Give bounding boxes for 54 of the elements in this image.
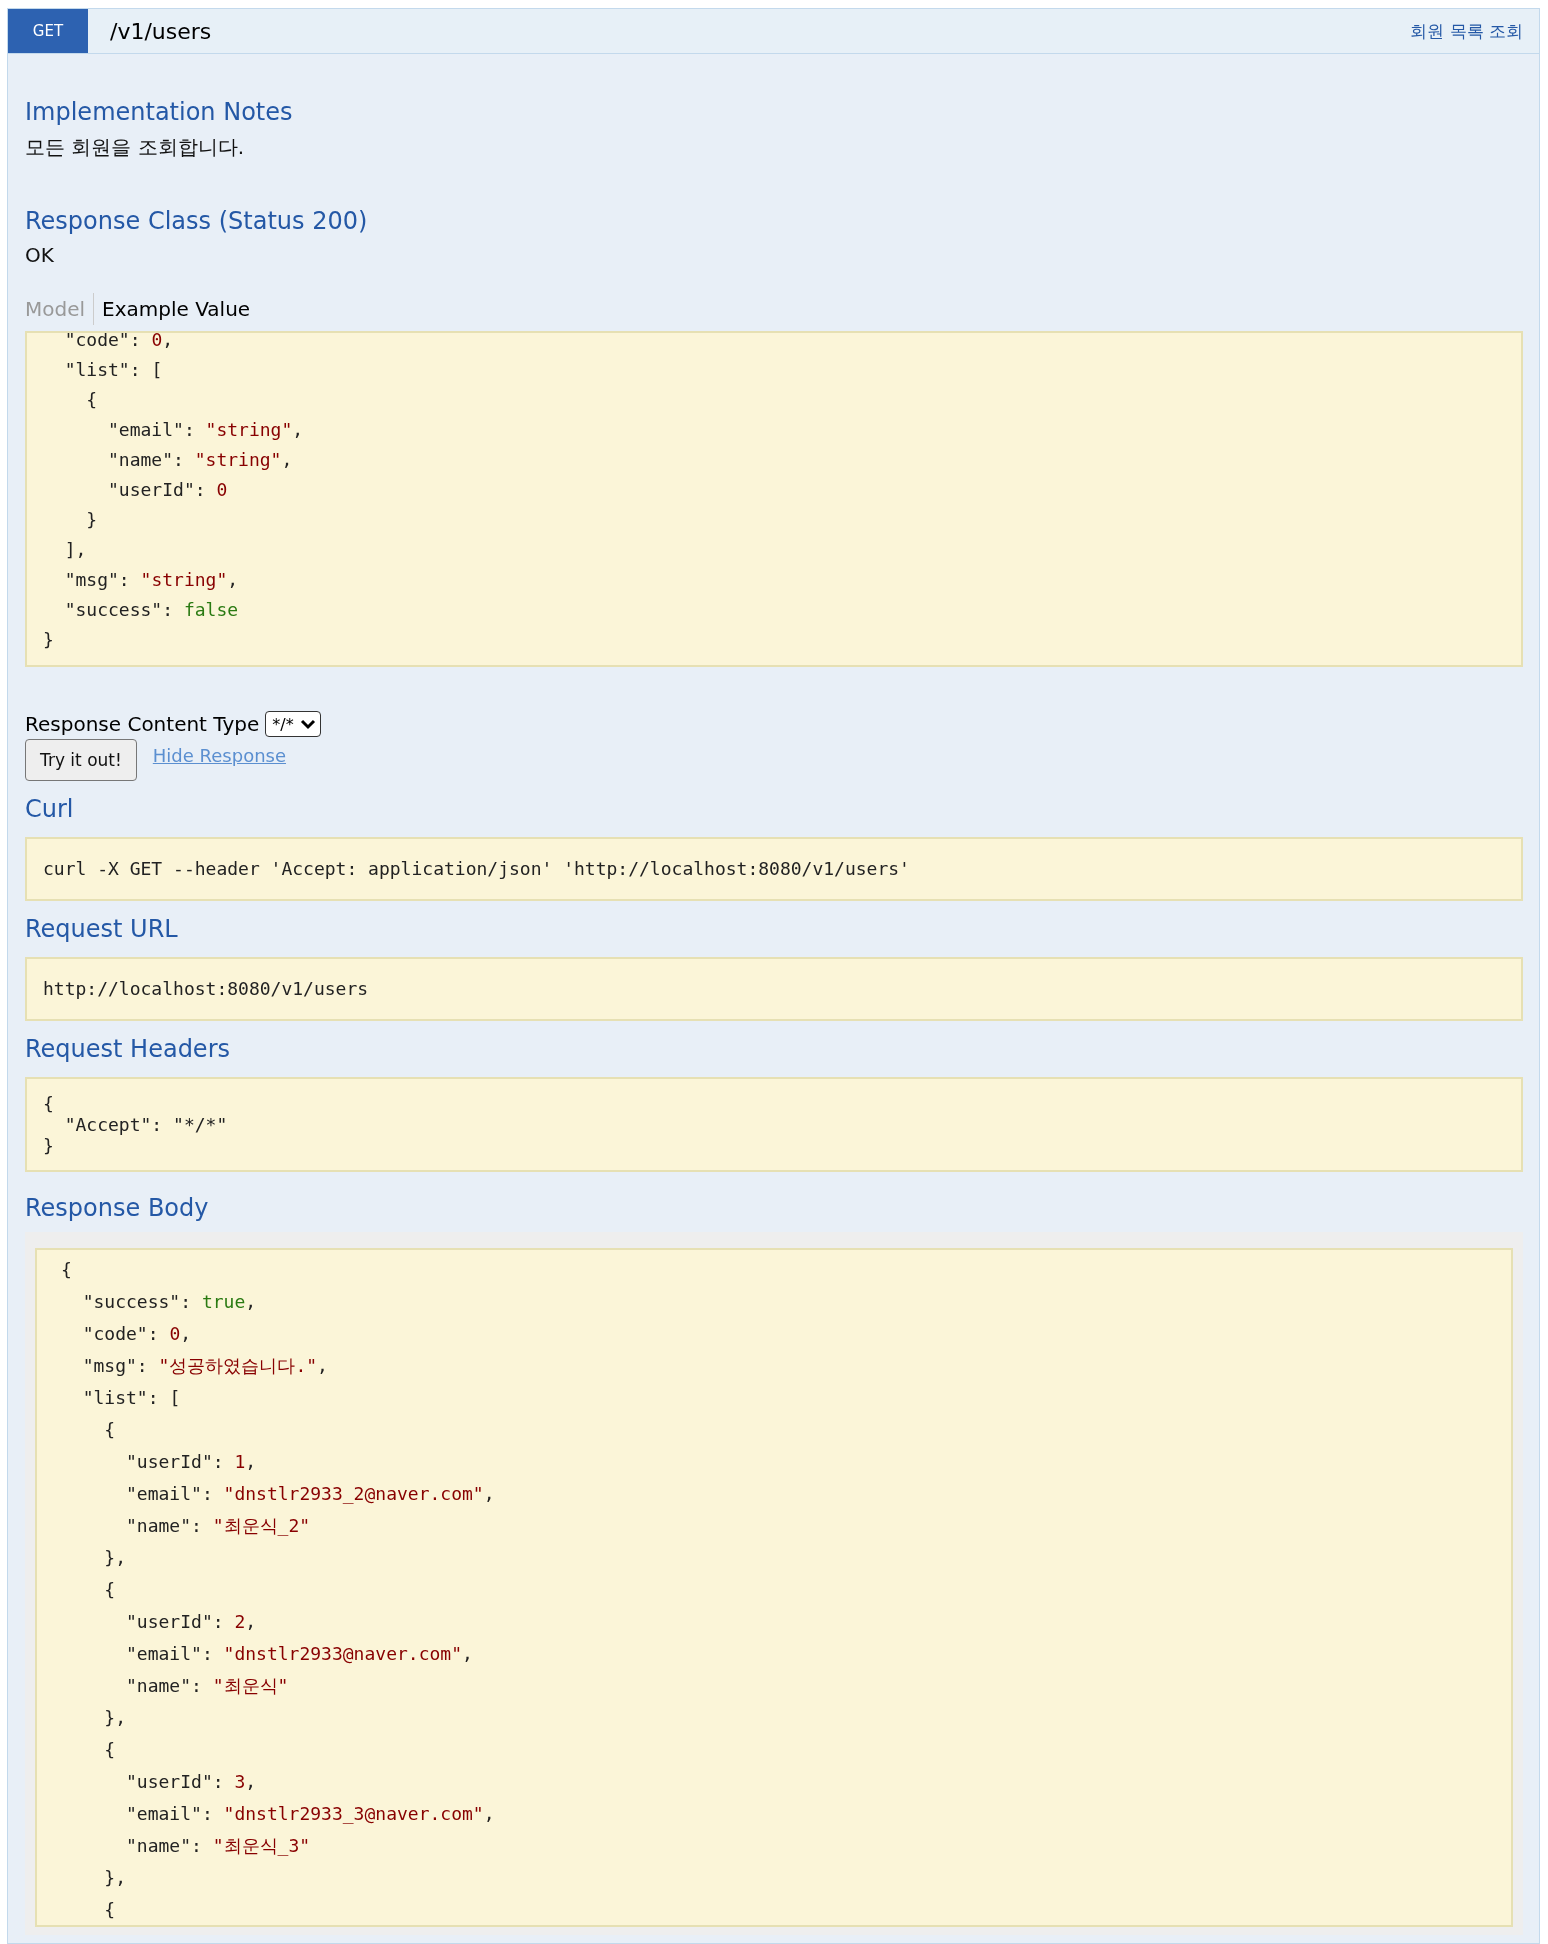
code-line: "code": 0, bbox=[81, 1322, 193, 1346]
content-type-label: Response Content Type bbox=[25, 712, 260, 736]
section-title: Response Class (Status 200) bbox=[25, 207, 369, 235]
code-line: "list": [ bbox=[63, 358, 164, 382]
section-title: Request URL bbox=[25, 915, 179, 943]
code-line: { bbox=[43, 1093, 55, 1114]
operation-header[interactable]: GET /v1/users 회원 목록 조회 bbox=[7, 8, 1540, 54]
code-line: "msg": "성공하였습니다.", bbox=[81, 1354, 329, 1378]
try-it-out-button[interactable]: Try it out! bbox=[25, 739, 137, 781]
code-line: "userId": 0 bbox=[107, 478, 229, 502]
code-line: { bbox=[103, 1738, 117, 1762]
code-line: { bbox=[61, 1258, 73, 1282]
code-line: "userId": 1, bbox=[125, 1450, 258, 1474]
code-line: "email": "dnstlr2933_3@naver.com", bbox=[125, 1802, 496, 1826]
code-line: { bbox=[103, 1898, 117, 1922]
status-text: OK bbox=[25, 243, 55, 267]
request-url: http://localhost:8080/v1/users bbox=[43, 977, 370, 1001]
section-title: Request Headers bbox=[25, 1035, 231, 1063]
code-line: { bbox=[103, 1578, 117, 1602]
code-line: "success": false bbox=[63, 598, 240, 622]
method-badge: GET bbox=[8, 9, 88, 53]
summary-link[interactable]: 회원 목록 조회 bbox=[1410, 19, 1523, 43]
code-line: { bbox=[103, 1418, 117, 1442]
code-line: "userId": 3, bbox=[125, 1770, 258, 1794]
code-line: }, bbox=[103, 1546, 128, 1570]
code-line: } bbox=[43, 628, 55, 652]
section-title: Response Body bbox=[25, 1194, 210, 1222]
code-line: "Accept": "*/*" bbox=[63, 1114, 229, 1135]
code-line: } bbox=[43, 1135, 55, 1156]
code-line: "name": "최운식_2" bbox=[125, 1514, 312, 1538]
code-line: }, bbox=[103, 1866, 128, 1890]
section-title: Curl bbox=[25, 795, 75, 823]
code-line: "success": true, bbox=[81, 1290, 258, 1314]
chevron-down-icon bbox=[299, 718, 316, 730]
code-line: "email": "dnstlr2933_2@naver.com", bbox=[125, 1482, 496, 1506]
code-line: "code": 0, bbox=[63, 333, 175, 352]
code-line: "name": "string", bbox=[107, 448, 294, 472]
code-line: "email": "string", bbox=[107, 418, 305, 442]
code-line: "email": "dnstlr2933@naver.com", bbox=[125, 1642, 474, 1666]
code-line: }, bbox=[103, 1706, 128, 1730]
curl-command: curl -X GET --header 'Accept: application/json' 'http://localhost:8080/v1/users' bbox=[43, 857, 911, 881]
content-type-select[interactable]: */* bbox=[265, 711, 321, 737]
code-line: "name": "최운식" bbox=[125, 1674, 290, 1698]
section-title: Implementation Notes bbox=[25, 98, 294, 126]
code-line: "list": [ bbox=[81, 1386, 182, 1410]
code-line: { bbox=[85, 388, 99, 412]
code-line: "userId": 2, bbox=[125, 1610, 258, 1634]
endpoint-path: /v1/users bbox=[110, 18, 212, 44]
code-line: } bbox=[85, 508, 99, 532]
code-line: ], bbox=[63, 538, 88, 562]
code-line: "name": "최운식_3" bbox=[125, 1834, 312, 1858]
model-tab[interactable]: Example Value bbox=[93, 293, 259, 325]
notes-text: 모든 회원을 조회합니다. bbox=[25, 134, 246, 161]
code-line: "msg": "string", bbox=[63, 568, 240, 592]
